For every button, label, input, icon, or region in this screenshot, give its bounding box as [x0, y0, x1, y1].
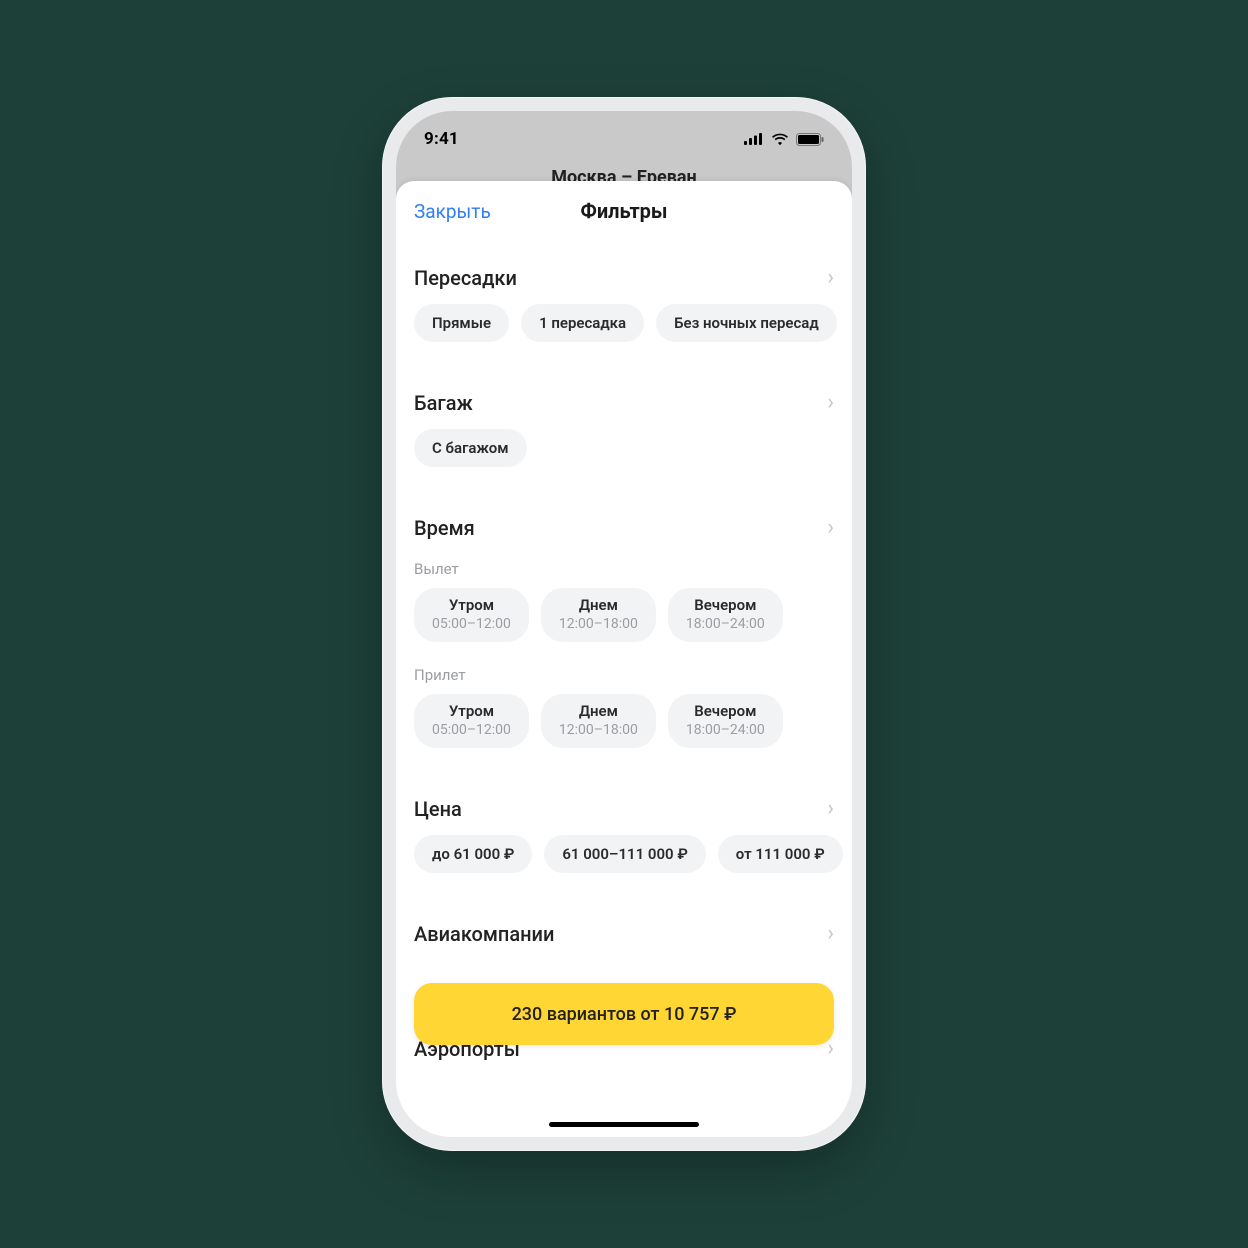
- timechips-departure: Утром 05:00–12:00 Днем 12:00–18:00 Вечер…: [396, 588, 852, 660]
- timechip-range: 05:00–12:00: [432, 722, 511, 738]
- timechip-dep-day[interactable]: Днем 12:00–18:00: [541, 588, 656, 642]
- section-transfers: Пересадки › Прямые 1 пересадка Без ночны…: [396, 241, 852, 366]
- screen: 9:41 Москва – Ереван Закрыть Фильтры Пер…: [396, 111, 852, 1137]
- subhead-arrival: Прилет: [396, 660, 852, 694]
- timechip-label: Днем: [559, 596, 638, 614]
- timechip-range: 05:00–12:00: [432, 616, 511, 632]
- chevron-right-icon: ›: [827, 390, 834, 415]
- battery-icon: [796, 133, 824, 146]
- section-title-transfers: Пересадки: [414, 266, 517, 290]
- section-title-airlines: Авиакомпании: [414, 922, 554, 946]
- timechip-label: Утром: [432, 702, 511, 720]
- section-row-time[interactable]: Время ›: [396, 501, 852, 554]
- timechips-arrival: Утром 05:00–12:00 Днем 12:00–18:00 Вечер…: [396, 694, 852, 766]
- device-frame: 9:41 Москва – Ереван Закрыть Фильтры Пер…: [382, 97, 866, 1151]
- cellular-icon: [744, 133, 764, 145]
- sheet-header: Закрыть Фильтры: [396, 181, 852, 241]
- chevron-right-icon: ›: [827, 921, 834, 946]
- timechip-range: 18:00–24:00: [686, 616, 765, 632]
- apply-filters-button[interactable]: 230 вариантов от 10 757 ₽: [414, 983, 834, 1045]
- section-title-time: Время: [414, 516, 475, 540]
- status-time: 9:41: [424, 129, 459, 149]
- section-row-transfers[interactable]: Пересадки ›: [396, 251, 852, 304]
- chevron-right-icon: ›: [827, 515, 834, 540]
- close-button[interactable]: Закрыть: [414, 200, 491, 223]
- section-title-price: Цена: [414, 797, 462, 821]
- timechip-label: Вечером: [686, 596, 765, 614]
- timechip-label: Утром: [432, 596, 511, 614]
- section-row-airlines[interactable]: Авиакомпании ›: [396, 907, 852, 960]
- chips-baggage: С багажом: [396, 429, 852, 485]
- chips-transfers: Прямые 1 пересадка Без ночных пересад: [396, 304, 852, 360]
- chip-direct[interactable]: Прямые: [414, 304, 509, 342]
- timechip-dep-morning[interactable]: Утром 05:00–12:00: [414, 588, 529, 642]
- chevron-right-icon: ›: [827, 265, 834, 290]
- status-indicators: [744, 133, 824, 146]
- timechip-label: Вечером: [686, 702, 765, 720]
- timechip-arr-morning[interactable]: Утром 05:00–12:00: [414, 694, 529, 748]
- section-row-price[interactable]: Цена ›: [396, 782, 852, 835]
- timechip-dep-evening[interactable]: Вечером 18:00–24:00: [668, 588, 783, 642]
- chip-price-low[interactable]: до 61 000 ₽: [414, 835, 532, 873]
- timechip-range: 18:00–24:00: [686, 722, 765, 738]
- section-time: Время › Вылет Утром 05:00–12:00 Днем 12:…: [396, 491, 852, 772]
- status-bar: 9:41: [396, 111, 852, 167]
- timechip-arr-evening[interactable]: Вечером 18:00–24:00: [668, 694, 783, 748]
- sheet-title: Фильтры: [581, 199, 668, 223]
- chip-price-high[interactable]: от 111 000 ₽: [718, 835, 843, 873]
- timechip-range: 12:00–18:00: [559, 722, 638, 738]
- chevron-right-icon: ›: [827, 796, 834, 821]
- timechip-arr-day[interactable]: Днем 12:00–18:00: [541, 694, 656, 748]
- timechip-label: Днем: [559, 702, 638, 720]
- chips-price: до 61 000 ₽ 61 000–111 000 ₽ от 111 000 …: [396, 835, 852, 891]
- section-airlines: Авиакомпании ›: [396, 897, 852, 966]
- chip-price-mid[interactable]: 61 000–111 000 ₽: [544, 835, 705, 873]
- filters-sheet: Закрыть Фильтры Пересадки › Прямые 1 пер…: [396, 181, 852, 1137]
- wifi-icon: [771, 133, 789, 146]
- subhead-departure: Вылет: [396, 554, 852, 588]
- home-indicator[interactable]: [549, 1122, 699, 1127]
- section-title-baggage: Багаж: [414, 391, 473, 415]
- chip-one-stop[interactable]: 1 пересадка: [521, 304, 644, 342]
- chip-with-baggage[interactable]: С багажом: [414, 429, 527, 467]
- timechip-range: 12:00–18:00: [559, 616, 638, 632]
- section-row-baggage[interactable]: Багаж ›: [396, 376, 852, 429]
- section-price: Цена › до 61 000 ₽ 61 000–111 000 ₽ от 1…: [396, 772, 852, 897]
- chip-no-night[interactable]: Без ночных пересад: [656, 304, 837, 342]
- cta-label: 230 вариантов от 10 757 ₽: [512, 1004, 737, 1025]
- section-baggage: Багаж › С багажом: [396, 366, 852, 491]
